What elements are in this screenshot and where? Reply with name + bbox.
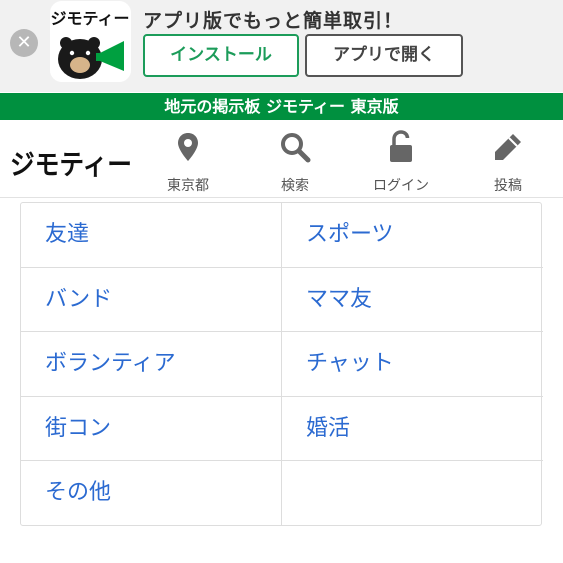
jmty-app-icon[interactable]: ジモティー (50, 1, 131, 82)
nav-search-label: 検索 (281, 178, 309, 194)
map-pin-icon (178, 133, 198, 161)
banner-title: アプリ版でもっと簡単取引！ (143, 10, 404, 32)
category-band[interactable]: バンド (21, 267, 282, 333)
app-install-banner: ✕ ジモティー アプリ版でもっと簡単取引！ インストール アプリで開く (0, 0, 563, 92)
install-button[interactable]: インストール (143, 34, 299, 77)
category-mama-friends[interactable]: ママ友 (282, 268, 543, 333)
jmty-logo[interactable]: ジモティー (10, 136, 132, 181)
app-icon-text: ジモティー (50, 9, 129, 28)
category-grid: 友達 スポーツ バンド ママ友 ボランティア チャット 街コン 婚活 その他 (20, 202, 543, 526)
category-volunteer[interactable]: ボランティア (21, 332, 282, 397)
category-machikon[interactable]: 街コン (21, 396, 282, 462)
nav-post-label: 投稿 (494, 178, 522, 194)
category-chat[interactable]: チャット (282, 332, 543, 397)
nav-search[interactable]: 検索 (255, 120, 335, 198)
open-in-app-button[interactable]: アプリで開く (305, 34, 463, 77)
nav-login-label: ログイン (373, 178, 429, 194)
category-konkatsu[interactable]: 婚活 (282, 397, 543, 462)
search-icon (281, 133, 311, 163)
category-sports[interactable]: スポーツ (282, 203, 543, 268)
nav-login[interactable]: ログイン (361, 120, 441, 198)
close-banner-button[interactable]: ✕ (10, 29, 38, 57)
empty-grid-cell (282, 461, 543, 526)
category-other[interactable]: その他 (21, 461, 282, 526)
site-header: ジモティー 東京都 検索 ログイン 投稿 (0, 120, 563, 198)
pencil-icon (495, 134, 521, 160)
nav-post[interactable]: 投稿 (468, 120, 548, 198)
logo-image: ジモティー (10, 148, 132, 181)
close-icon: ✕ (16, 32, 32, 53)
unlock-icon (390, 130, 412, 162)
nav-area-tokyo[interactable]: 東京都 (148, 120, 228, 198)
site-title-strip: 地元の掲示板 ジモティー 東京版 (0, 93, 563, 120)
nav-area-label: 東京都 (167, 178, 209, 194)
category-friends[interactable]: 友達 (21, 203, 282, 268)
logo-text: ジモティー (10, 148, 132, 180)
bear-mascot-icon: ジモティー (50, 1, 131, 82)
